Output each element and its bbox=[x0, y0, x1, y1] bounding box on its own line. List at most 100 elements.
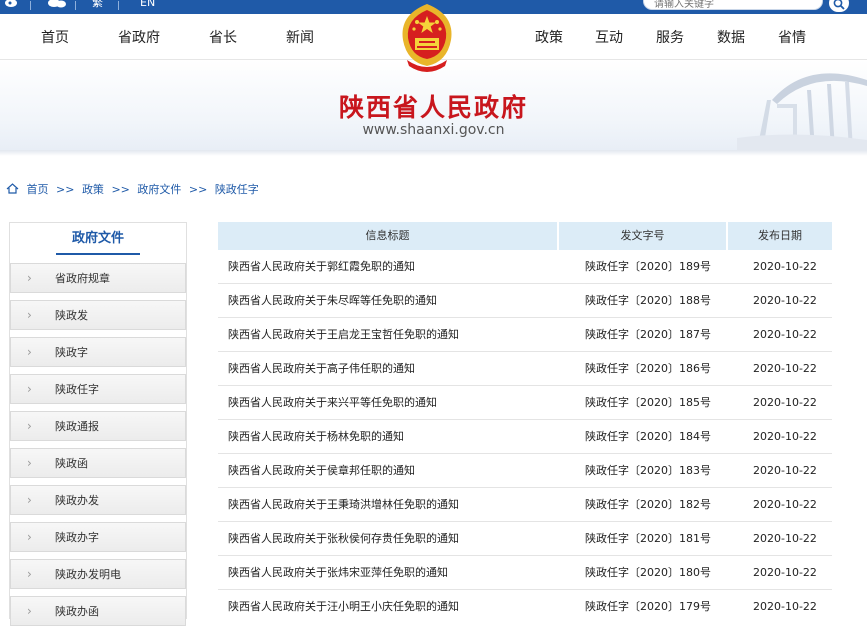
breadcrumb-separator: >> bbox=[111, 183, 130, 196]
row-date: 2020-10-22 bbox=[753, 396, 817, 409]
sidebar-item-shaanzhengrenzi[interactable]: › 陕政任字 bbox=[10, 374, 186, 404]
wechat-icon[interactable] bbox=[48, 0, 66, 10]
nav-item-governor[interactable]: 省长 bbox=[209, 30, 237, 46]
search-button[interactable] bbox=[829, 0, 849, 12]
row-doc-number: 陕政任字〔2020〕181号 bbox=[585, 532, 711, 545]
site-url: www.shaanxi.gov.cn bbox=[362, 122, 505, 138]
sidebar-item-label: 省政府规章 bbox=[55, 272, 110, 285]
sidebar-item-shaanzhengtongbao[interactable]: › 陕政通报 bbox=[10, 411, 186, 441]
chevron-right-icon: › bbox=[27, 308, 32, 322]
sidebar-item-shaanzhengbanfa[interactable]: › 陕政办发 bbox=[10, 485, 186, 515]
table-row[interactable]: 陕西省人民政府关于王启龙王宝哲任免职的通知 陕政任字〔2020〕187号 202… bbox=[218, 318, 832, 352]
row-title-link[interactable]: 陕西省人民政府关于王启龙王宝哲任免职的通知 bbox=[228, 318, 459, 352]
table-row[interactable]: 陕西省人民政府关于郭红霞免职的通知 陕政任字〔2020〕189号 2020-10… bbox=[218, 250, 832, 284]
column-header-number: 发文字号 bbox=[620, 229, 665, 242]
table-row[interactable]: 陕西省人民政府关于王秉琦洪增林任免职的通知 陕政任字〔2020〕182号 202… bbox=[218, 488, 832, 522]
chevron-right-icon: › bbox=[27, 567, 32, 581]
table-row[interactable]: 陕西省人民政府关于张炜宋亚萍任免职的通知 陕政任字〔2020〕180号 2020… bbox=[218, 556, 832, 590]
chevron-right-icon: › bbox=[27, 382, 32, 396]
chevron-right-icon: › bbox=[27, 271, 32, 285]
weibo-icon[interactable] bbox=[4, 0, 18, 10]
nav-item-news[interactable]: 新闻 bbox=[286, 30, 314, 46]
row-title-link[interactable]: 陕西省人民政府关于来兴平等任免职的通知 bbox=[228, 386, 437, 420]
sidebar-item-label: 陕政发 bbox=[55, 309, 88, 322]
sidebar-item-shaanzhengbanzi[interactable]: › 陕政办字 bbox=[10, 522, 186, 552]
column-header-date: 发布日期 bbox=[758, 229, 802, 242]
national-emblem-icon[interactable] bbox=[393, 0, 461, 78]
row-date: 2020-10-22 bbox=[753, 532, 817, 545]
table-row[interactable]: 陕西省人民政府关于朱尽晖等任免职的通知 陕政任字〔2020〕188号 2020-… bbox=[218, 284, 832, 318]
row-doc-number: 陕政任字〔2020〕180号 bbox=[585, 566, 711, 579]
nav-item-home[interactable]: 首页 bbox=[41, 30, 69, 46]
row-date: 2020-10-22 bbox=[753, 464, 817, 477]
breadcrumb: 首页 >> 政策 >> 政府文件 >> 陕政任字 bbox=[6, 183, 263, 197]
sidebar-item-label: 陕政字 bbox=[55, 346, 88, 359]
row-doc-number: 陕政任字〔2020〕186号 bbox=[585, 362, 711, 375]
row-date: 2020-10-22 bbox=[753, 260, 817, 273]
sidebar-item-label: 陕政办发明电 bbox=[55, 568, 121, 581]
nav-item-province-info[interactable]: 省情 bbox=[778, 30, 806, 46]
table-row[interactable]: 陕西省人民政府关于杨林免职的通知 陕政任字〔2020〕184号 2020-10-… bbox=[218, 420, 832, 454]
row-date: 2020-10-22 bbox=[753, 328, 817, 341]
topbar-divider bbox=[118, 1, 119, 10]
breadcrumb-policy[interactable]: 政策 bbox=[82, 183, 104, 196]
breadcrumb-separator: >> bbox=[188, 183, 208, 196]
site-title: 陕西省人民政府 bbox=[338, 93, 528, 122]
chevron-right-icon: › bbox=[27, 493, 32, 507]
row-title-link[interactable]: 陕西省人民政府关于张炜宋亚萍任免职的通知 bbox=[228, 556, 448, 590]
sidebar-item-shaanzhengbanhan[interactable]: › 陕政办函 bbox=[10, 596, 186, 626]
breadcrumb-gov-documents[interactable]: 政府文件 bbox=[137, 183, 181, 196]
row-title-link[interactable]: 陕西省人民政府关于王秉琦洪增林任免职的通知 bbox=[228, 488, 459, 522]
table-row[interactable]: 陕西省人民政府关于高子伟任职的通知 陕政任字〔2020〕186号 2020-10… bbox=[218, 352, 832, 386]
sidebar-item-label: 陕政函 bbox=[55, 457, 88, 470]
sidebar-item-shaanzhengfa[interactable]: › 陕政发 bbox=[10, 300, 186, 330]
sidebar-item-provincial-regulations[interactable]: › 省政府规章 bbox=[10, 263, 186, 293]
row-title-link[interactable]: 陕西省人民政府关于高子伟任职的通知 bbox=[228, 352, 415, 386]
sidebar-item-label: 陕政办函 bbox=[55, 605, 99, 618]
table-row[interactable]: 陕西省人民政府关于来兴平等任免职的通知 陕政任字〔2020〕185号 2020-… bbox=[218, 386, 832, 420]
row-doc-number: 陕政任字〔2020〕183号 bbox=[585, 464, 711, 477]
topbar-divider bbox=[30, 1, 31, 10]
sidebar-item-shaanzhengbanfamingdian[interactable]: › 陕政办发明电 bbox=[10, 559, 186, 589]
column-header-title: 信息标题 bbox=[365, 229, 410, 242]
row-title-link[interactable]: 陕西省人民政府关于张秋侯何存贵任免职的通知 bbox=[228, 522, 459, 556]
nav-item-data[interactable]: 数据 bbox=[717, 30, 745, 46]
english-link[interactable]: EN bbox=[140, 0, 155, 9]
sidebar: 政府文件 › 省政府规章 › 陕政发 › 陕政字 › 陕政任字 › 陕政通报 › 陕政函 ›… bbox=[9, 222, 187, 626]
row-date: 2020-10-22 bbox=[753, 566, 817, 579]
nav-item-services[interactable]: 服务 bbox=[656, 30, 684, 46]
sidebar-item-label: 陕政任字 bbox=[55, 383, 99, 396]
search-input[interactable] bbox=[643, 0, 823, 10]
home-icon[interactable] bbox=[6, 183, 23, 196]
sidebar-item-label: 陕政办字 bbox=[55, 531, 99, 544]
row-doc-number: 陕政任字〔2020〕182号 bbox=[585, 498, 711, 511]
row-title-link[interactable]: 陕西省人民政府关于侯章邦任职的通知 bbox=[228, 454, 415, 488]
row-title-link[interactable]: 陕西省人民政府关于朱尽晖等任免职的通知 bbox=[228, 284, 437, 318]
sidebar-item-label: 陕政办发 bbox=[55, 494, 99, 507]
row-doc-number: 陕政任字〔2020〕184号 bbox=[585, 430, 711, 443]
table-row[interactable]: 陕西省人民政府关于侯章邦任职的通知 陕政任字〔2020〕183号 2020-10… bbox=[218, 454, 832, 488]
table-row[interactable]: 陕西省人民政府关于张秋侯何存贵任免职的通知 陕政任字〔2020〕181号 202… bbox=[218, 522, 832, 556]
traditional-chinese-link[interactable]: 繁 bbox=[92, 0, 103, 9]
table-header: 信息标题 发文字号 发布日期 bbox=[218, 222, 832, 250]
breadcrumb-home[interactable]: 首页 bbox=[27, 183, 49, 196]
row-title-link[interactable]: 陕西省人民政府关于郭红霞免职的通知 bbox=[228, 250, 415, 284]
sidebar-item-label: 陕政通报 bbox=[55, 420, 99, 433]
topbar-divider bbox=[75, 1, 76, 10]
sidebar-title-underline bbox=[56, 253, 140, 255]
chevron-right-icon: › bbox=[27, 456, 32, 470]
chevron-right-icon: › bbox=[27, 345, 32, 359]
nav-item-interaction[interactable]: 互动 bbox=[595, 30, 623, 46]
row-doc-number: 陕政任字〔2020〕189号 bbox=[585, 260, 711, 273]
chevron-right-icon: › bbox=[27, 604, 32, 618]
nav-item-government[interactable]: 省政府 bbox=[118, 30, 160, 46]
row-date: 2020-10-22 bbox=[753, 294, 817, 307]
search-icon bbox=[833, 0, 845, 10]
header-divider bbox=[0, 150, 867, 156]
row-date: 2020-10-22 bbox=[753, 362, 817, 375]
sidebar-item-shaanzhengzi[interactable]: › 陕政字 bbox=[10, 337, 186, 367]
breadcrumb-current[interactable]: 陕政任字 bbox=[215, 183, 259, 196]
nav-item-policy[interactable]: 政策 bbox=[535, 30, 563, 46]
sidebar-item-shaanzhenghan[interactable]: › 陕政函 bbox=[10, 448, 186, 478]
row-title-link[interactable]: 陕西省人民政府关于杨林免职的通知 bbox=[228, 420, 404, 454]
